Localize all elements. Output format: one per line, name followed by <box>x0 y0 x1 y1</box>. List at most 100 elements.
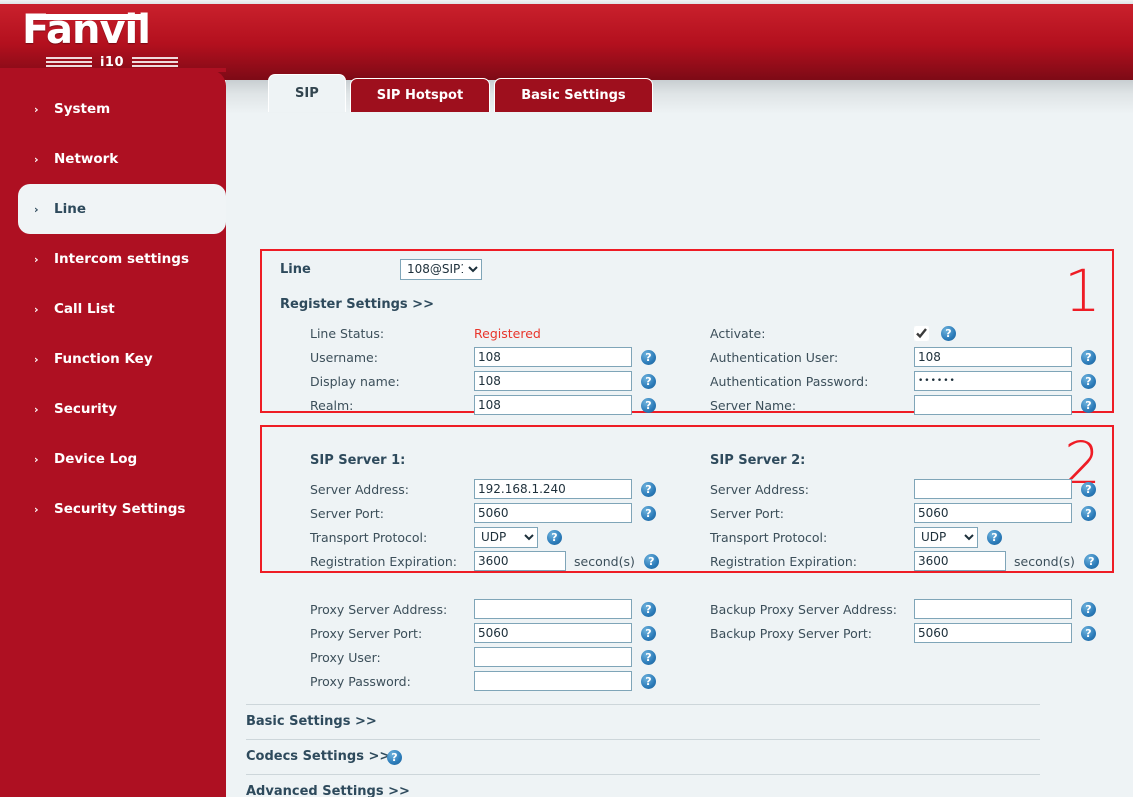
help-icon[interactable]: ? <box>1081 625 1096 641</box>
sip2-transport-protocol-label: Transport Protocol: <box>710 529 828 545</box>
tab-sip[interactable]: SIP <box>268 74 346 112</box>
authentication-user-input[interactable] <box>914 347 1072 367</box>
help-icon[interactable]: ? <box>641 349 656 365</box>
line-selector-label: Line <box>280 261 311 277</box>
help-icon[interactable]: ? <box>641 601 656 617</box>
sip1-server-address-input[interactable] <box>474 479 632 499</box>
proxy-server-port-label: Proxy Server Port: <box>310 625 423 641</box>
sidebar-item-device-log[interactable]: › Device Log <box>0 434 226 484</box>
realm-row: Realm: ? <box>310 393 656 417</box>
display-name-row: Display name: ? <box>310 369 656 393</box>
sip2-registration-expiration-input[interactable] <box>914 551 1006 571</box>
section-basic-settings-label: Basic Settings >> <box>246 714 377 729</box>
help-icon[interactable]: ? <box>643 553 659 569</box>
chevron-right-icon: › <box>34 402 39 416</box>
sip1-transport-protocol-select[interactable]: UDP <box>474 526 538 548</box>
register-settings-heading-row[interactable]: Register Settings >> <box>280 292 434 316</box>
username-label: Username: <box>310 349 378 365</box>
help-icon[interactable]: ? <box>1081 373 1096 389</box>
help-icon[interactable]: ? <box>1081 505 1096 521</box>
logo-lines-left-icon <box>45 57 92 67</box>
tab-sip-label: SIP <box>295 86 319 101</box>
line-selector-row: Line 108@SIP1 <box>280 257 482 281</box>
section-basic-settings[interactable]: Basic Settings >> <box>246 704 1040 739</box>
line-status-row: Line Status: Registered <box>310 321 541 345</box>
sidebar-item-line-label: Line <box>54 201 86 217</box>
help-icon[interactable]: ? <box>641 481 656 497</box>
help-icon[interactable]: ? <box>1081 397 1096 413</box>
logo-top-bar <box>26 14 146 20</box>
sip2-seconds-suffix: second(s) <box>1014 553 1075 569</box>
help-icon[interactable]: ? <box>987 529 1002 545</box>
sip2-server-address-input[interactable] <box>914 479 1072 499</box>
help-icon[interactable]: ? <box>1081 349 1096 365</box>
help-icon[interactable]: ? <box>641 505 656 521</box>
backup-proxy-server-port-label: Backup Proxy Server Port: <box>710 625 872 641</box>
tab-basic-settings-label: Basic Settings <box>521 88 626 103</box>
sip2-server-port-input[interactable] <box>914 503 1072 523</box>
sidebar-item-intercom-settings[interactable]: › Intercom settings <box>0 234 226 284</box>
sip2-server-port-label: Server Port: <box>710 505 784 521</box>
proxy-server-address-input[interactable] <box>474 599 632 619</box>
backup-proxy-server-port-input[interactable] <box>914 623 1072 643</box>
help-icon[interactable]: ? <box>641 625 656 641</box>
help-icon[interactable]: ? <box>1081 601 1096 617</box>
sip2-registration-expiration-label: Registration Expiration: <box>710 553 858 569</box>
help-icon[interactable]: ? <box>387 750 402 765</box>
sip1-server-port-input[interactable] <box>474 503 632 523</box>
sip1-registration-expiration-row: Registration Expiration: second(s) ? <box>310 549 659 573</box>
sip1-server-port-label: Server Port: <box>310 505 384 521</box>
sip2-transport-protocol-select[interactable]: UDP <box>914 526 978 548</box>
authentication-password-input[interactable] <box>914 371 1072 391</box>
activate-checkbox[interactable] <box>914 325 929 341</box>
help-icon[interactable]: ? <box>941 325 956 341</box>
help-icon[interactable]: ? <box>641 373 656 389</box>
help-icon[interactable]: ? <box>641 397 656 413</box>
help-icon[interactable]: ? <box>1081 481 1096 497</box>
chevron-right-icon: › <box>34 102 39 116</box>
help-icon[interactable]: ? <box>641 673 656 689</box>
realm-label: Realm: <box>310 397 354 413</box>
server-name-label: Server Name: <box>710 397 797 413</box>
proxy-password-input[interactable] <box>474 671 632 691</box>
help-icon[interactable]: ? <box>641 649 656 665</box>
backup-proxy-server-address-input[interactable] <box>914 599 1072 619</box>
proxy-user-input[interactable] <box>474 647 632 667</box>
sidebar-item-line[interactable]: › Line <box>18 184 226 234</box>
display-name-input[interactable] <box>474 371 632 391</box>
sidebar-item-security-settings[interactable]: › Security Settings <box>0 484 226 534</box>
logo-lines-right-icon <box>132 57 179 67</box>
proxy-password-row: Proxy Password: ? <box>310 669 656 693</box>
tab-sip-hotspot-label: SIP Hotspot <box>376 88 464 103</box>
sidebar-item-system[interactable]: › System <box>0 84 226 134</box>
help-icon[interactable]: ? <box>547 529 562 545</box>
sidebar-item-security[interactable]: › Security <box>0 384 226 434</box>
sip1-transport-protocol-label: Transport Protocol: <box>310 529 428 545</box>
proxy-password-label: Proxy Password: <box>310 673 411 689</box>
content-area: 1 Line 108@SIP1 Register Settings >> Lin… <box>226 80 1133 797</box>
chevron-right-icon: › <box>34 352 39 366</box>
realm-input[interactable] <box>474 395 632 415</box>
username-input[interactable] <box>474 347 632 367</box>
sip1-server-address-row: Server Address: ? <box>310 477 656 501</box>
authentication-user-row: Authentication User: ? <box>710 345 1096 369</box>
section-advanced-settings-label: Advanced Settings >> <box>246 784 410 797</box>
help-icon[interactable]: ? <box>1083 553 1099 569</box>
sidebar-item-network-label: Network <box>54 151 119 167</box>
sidebar-item-function-key[interactable]: › Function Key <box>0 334 226 384</box>
sip1-registration-expiration-input[interactable] <box>474 551 566 571</box>
proxy-server-port-input[interactable] <box>474 623 632 643</box>
section-advanced-settings[interactable]: Advanced Settings >> <box>246 774 1040 797</box>
tab-basic-settings[interactable]: Basic Settings <box>494 78 653 112</box>
tab-sip-hotspot[interactable]: SIP Hotspot <box>349 78 491 112</box>
chevron-right-icon: › <box>34 502 39 516</box>
line-status-label: Line Status: <box>310 325 385 341</box>
line-select[interactable]: 108@SIP1 <box>400 258 482 280</box>
proxy-user-row: Proxy User: ? <box>310 645 656 669</box>
sidebar-item-call-list[interactable]: › Call List <box>0 284 226 334</box>
sip1-transport-protocol-row: Transport Protocol: UDP ? <box>310 525 562 549</box>
server-name-input[interactable] <box>914 395 1072 415</box>
section-codecs-settings[interactable]: Codecs Settings >> ? <box>246 739 1040 774</box>
sip2-server-address-row: Server Address: ? <box>710 477 1096 501</box>
sidebar-item-network[interactable]: › Network <box>0 134 226 184</box>
